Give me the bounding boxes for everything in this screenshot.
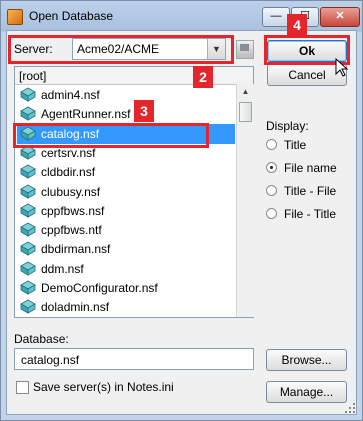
list-item-label: cldbdir.nsf xyxy=(41,165,96,180)
radio-label: File name xyxy=(284,161,337,175)
database-book-icon xyxy=(20,106,36,121)
window-title: Open Database xyxy=(29,9,114,23)
server-highlight-box xyxy=(8,35,234,64)
radio-label: Title xyxy=(284,138,307,152)
radio-icon xyxy=(266,208,277,219)
callout-badge: 2 xyxy=(193,66,213,88)
resize-grip-icon[interactable] xyxy=(344,402,356,414)
selection-highlight-box xyxy=(13,123,209,148)
list-item-label: doladmin.nsf xyxy=(41,300,110,315)
database-book-icon xyxy=(20,184,36,199)
list-item[interactable]: admin4.nsf xyxy=(17,85,235,105)
database-book-icon xyxy=(20,222,36,237)
list-item-label: dbdirman.nsf xyxy=(41,242,111,257)
radio-icon xyxy=(266,139,277,150)
database-book-icon xyxy=(20,87,36,102)
list-item-label: clubusy.nsf xyxy=(41,184,101,199)
notes-app-icon xyxy=(7,9,23,25)
list-item-label: ddm.nsf xyxy=(41,261,84,276)
list-item[interactable]: doladmin.nsf xyxy=(17,297,235,317)
minimize-button[interactable]: — xyxy=(262,7,290,27)
database-book-icon xyxy=(20,241,36,257)
radio-icon xyxy=(266,185,277,196)
database-field[interactable]: catalog.nsf xyxy=(14,348,254,370)
server-browse-icon[interactable] xyxy=(236,40,254,59)
database-book-icon xyxy=(20,280,36,295)
list-item[interactable]: cldbdir.nsf xyxy=(17,162,235,182)
browse-button[interactable]: Browse... xyxy=(266,349,347,371)
list-item[interactable]: ddm.nsf xyxy=(17,259,235,279)
list-item[interactable]: AgentRunner.nsf xyxy=(17,104,235,124)
scroll-up-arrow-icon[interactable]: ▲ xyxy=(237,84,254,100)
title-bar: Open Database — ☐ ✕ xyxy=(1,1,362,31)
save-servers-checkbox[interactable] xyxy=(16,381,29,394)
database-book-icon xyxy=(20,203,36,218)
callout-badge: 4 xyxy=(287,14,307,36)
save-servers-label: Save server(s) in Notes.ini xyxy=(33,380,174,394)
list-item-label: cppfbws.ntf xyxy=(41,223,102,238)
list-item[interactable]: clubusy.nsf xyxy=(17,182,235,202)
list-item[interactable]: cppfbws.nsf xyxy=(17,201,235,221)
list-item[interactable]: DemoConfigurator.nsf xyxy=(17,278,235,298)
radio-selected-icon xyxy=(266,162,277,173)
list-item[interactable]: dbdirman.nsf xyxy=(17,239,235,259)
list-item-label: admin4.nsf xyxy=(41,88,100,102)
list-item-label: DemoConfigurator.nsf xyxy=(41,281,158,295)
database-book-icon xyxy=(20,299,36,314)
list-item[interactable]: cppfbws.ntf xyxy=(17,220,235,240)
callout-badge: 3 xyxy=(134,100,154,122)
database-value: catalog.nsf xyxy=(21,353,80,367)
folder-path: [root] xyxy=(19,69,47,83)
display-label: Display: xyxy=(266,119,309,133)
manage-button[interactable]: Manage... xyxy=(266,381,347,403)
database-label: Database: xyxy=(14,332,69,346)
list-item-label: AgentRunner.nsf xyxy=(41,107,131,122)
list-scrollbar[interactable]: ▲ xyxy=(236,84,254,317)
radio-label: Title - File xyxy=(284,184,337,198)
database-book-icon xyxy=(20,164,36,179)
database-book-icon xyxy=(20,261,36,276)
close-button[interactable]: ✕ xyxy=(320,7,360,27)
radio-label: File - Title xyxy=(284,207,337,221)
list-item-label: cppfbws.nsf xyxy=(41,203,105,218)
folder-header: [root] xyxy=(15,67,253,85)
scroll-thumb[interactable] xyxy=(239,102,252,122)
mouse-pointer-icon xyxy=(335,58,349,77)
